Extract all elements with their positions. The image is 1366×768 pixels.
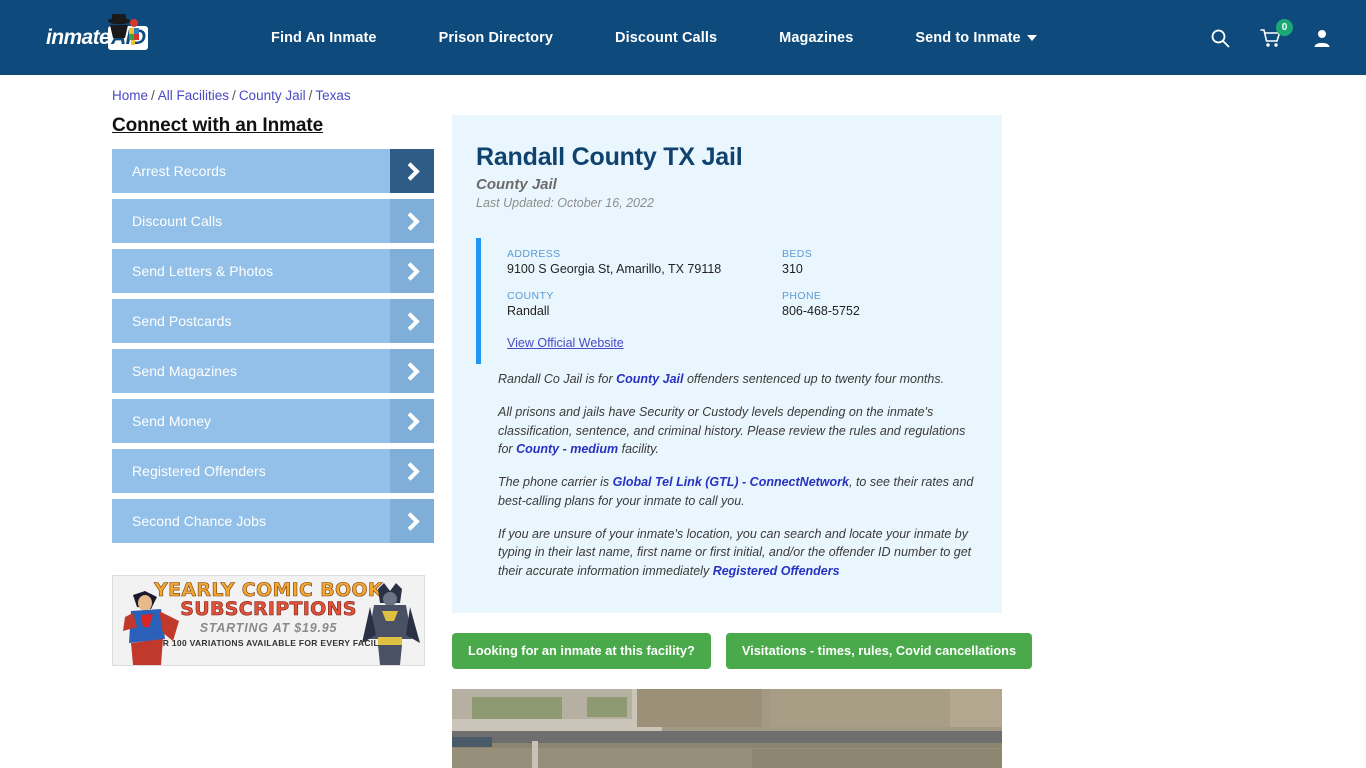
facility-description: Randall Co Jail is for County Jail offen… [476, 364, 978, 581]
sidebar-item-label: Send Letters & Photos [132, 263, 274, 279]
chevron-down-icon [1026, 34, 1037, 41]
breadcrumb-separator: / [308, 88, 313, 103]
address-field: ADDRESS 9100 S Georgia St, Amarillo, TX … [507, 248, 782, 276]
sidebar-item-label: Send Money [132, 413, 212, 429]
page-title: Randall County TX Jail [476, 143, 743, 171]
nav-item-find-an-inmate[interactable]: Find An Inmate [240, 30, 408, 46]
header-icon-group: 0 [1210, 18, 1342, 48]
mascot-icon [108, 13, 139, 45]
chevron-right-icon [390, 199, 434, 243]
sidebar-item-label: Send Magazines [132, 363, 237, 379]
official-website-row: View Official Website [507, 334, 978, 352]
visitations-button[interactable]: Visitations - times, rules, Covid cancel… [725, 632, 1033, 669]
county-label: COUNTY [507, 290, 554, 302]
nav-item-send-to-inmate[interactable]: Send to Inmate [884, 30, 1067, 46]
sidebar-item-send-money[interactable]: Send Money [112, 399, 434, 443]
sidebar-item-label: Arrest Records [132, 163, 227, 179]
breadcrumb: Home / All Facilities / County Jail / Texas [0, 75, 1366, 103]
batman-figure-icon [362, 583, 420, 665]
sidebar-item-label: Discount Calls [132, 213, 223, 229]
main-content: Randall County TX Jail County Jail Last … [452, 115, 1033, 768]
chevron-right-icon [390, 399, 434, 443]
breadcrumb-item-county-jail[interactable]: County Jail [239, 88, 306, 103]
sidebar-item-send-letters-photos[interactable]: Send Letters & Photos [112, 249, 434, 293]
desc-text: The phone carrier is [498, 475, 613, 489]
chevron-right-icon [390, 349, 434, 393]
breadcrumb-item-all-facilities[interactable]: All Facilities [158, 88, 229, 103]
description-paragraph-2: All prisons and jails have Security or C… [498, 403, 974, 459]
facility-type: County Jail [476, 176, 557, 193]
superman-figure-icon [123, 591, 179, 665]
sidebar-item-registered-offenders[interactable]: Registered Offenders [112, 449, 434, 493]
breadcrumb-separator: / [151, 88, 155, 103]
beds-value: 310 [782, 262, 803, 276]
county-value: Randall [507, 304, 550, 318]
user-icon[interactable] [1312, 28, 1332, 48]
sidebar-item-send-postcards[interactable]: Send Postcards [112, 299, 434, 343]
sidebar-item-second-chance-jobs[interactable]: Second Chance Jobs [112, 499, 434, 543]
sidebar-item-label: Second Chance Jobs [132, 513, 266, 529]
desc-text: Randall Co Jail is for [498, 372, 617, 386]
facility-aerial-photo [452, 688, 1002, 768]
cart-count-badge: 0 [1276, 18, 1293, 36]
beds-field: BEDS 310 [782, 248, 978, 276]
nav-item-prison-directory[interactable]: Prison Directory [408, 30, 584, 46]
sidebar-item-discount-calls[interactable]: Discount Calls [112, 199, 434, 243]
county-jail-link[interactable]: County Jail [616, 372, 683, 386]
address-value: 9100 S Georgia St, Amarillo, TX 79118 [507, 262, 722, 276]
sidebar-title: Connect with an Inmate [112, 115, 324, 136]
beds-label: BEDS [782, 248, 813, 260]
breadcrumb-item-texas[interactable]: Texas [315, 88, 350, 103]
cart-icon[interactable]: 0 [1260, 18, 1293, 48]
county-field: COUNTY Randall [507, 290, 782, 318]
chevron-right-icon [390, 149, 434, 193]
facility-details-block: ADDRESS 9100 S Georgia St, Amarillo, TX … [476, 238, 978, 364]
county-medium-link[interactable]: County - medium [516, 442, 618, 456]
address-label: ADDRESS [507, 248, 561, 260]
phone-field: PHONE 806-468-5752 [782, 290, 978, 318]
chevron-right-icon [390, 499, 434, 543]
nav-item-discount-calls[interactable]: Discount Calls [584, 30, 748, 46]
sidebar: Connect with an Inmate Arrest Records Di… [112, 115, 452, 768]
comic-book-subscription-ad[interactable]: YEARLY COMIC BOOK SUBSCRIPTIONS STARTING… [112, 575, 425, 666]
phone-carrier-link[interactable]: Global Tel Link (GTL) - ConnectNetwork [613, 475, 849, 489]
chevron-right-icon [390, 299, 434, 343]
facility-info-card: Randall County TX Jail County Jail Last … [452, 115, 1002, 613]
page-body: Connect with an Inmate Arrest Records Di… [0, 103, 1366, 768]
looking-for-inmate-button[interactable]: Looking for an inmate at this facility? [452, 632, 711, 669]
phone-value: 806-468-5752 [782, 304, 860, 318]
sidebar-item-label: Registered Offenders [132, 463, 266, 479]
chevron-right-icon [390, 449, 434, 493]
description-paragraph-1: Randall Co Jail is for County Jail offen… [498, 370, 974, 389]
desc-text: facility. [618, 442, 659, 457]
breadcrumb-separator: / [232, 88, 236, 103]
view-official-website-link[interactable]: View Official Website [507, 336, 624, 350]
search-icon[interactable] [1210, 28, 1230, 48]
nav-item-magazines[interactable]: Magazines [748, 30, 884, 46]
facility-action-buttons: Looking for an inmate at this facility? … [452, 632, 1033, 669]
sidebar-item-label: Send Postcards [132, 313, 232, 329]
phone-label: PHONE [782, 290, 822, 302]
sidebar-item-arrest-records[interactable]: Arrest Records [112, 149, 434, 193]
main-navigation: Find An Inmate Prison Directory Discount… [200, 30, 1210, 46]
description-paragraph-4: If you are unsure of your inmate's locat… [498, 525, 974, 581]
site-logo[interactable]: inmateAID [0, 13, 200, 60]
breadcrumb-item-home[interactable]: Home [112, 88, 148, 103]
site-header: inmateAID Find An Inmate Prison Director… [0, 0, 1366, 75]
sidebar-item-send-magazines[interactable]: Send Magazines [112, 349, 434, 393]
nav-item-send-to-inmate-label: Send to Inmate [915, 29, 1021, 46]
last-updated-text: Last Updated: October 16, 2022 [476, 196, 654, 210]
chevron-right-icon [390, 249, 434, 293]
description-paragraph-3: The phone carrier is Global Tel Link (GT… [498, 473, 974, 511]
desc-text: offenders sentenced up to twenty four mo… [683, 372, 945, 386]
registered-offenders-link[interactable]: Registered Offenders [713, 564, 840, 578]
